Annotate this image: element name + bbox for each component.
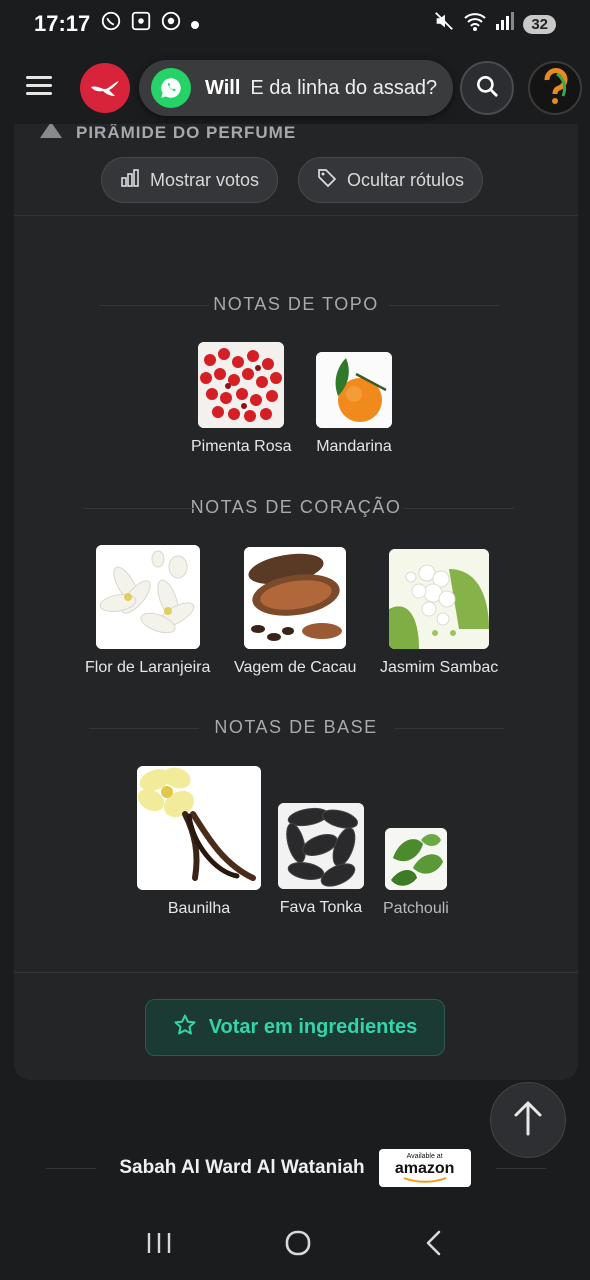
perfume-name: Sabah Al Ward Al Wataniah: [119, 1157, 365, 1178]
back-icon[interactable]: [424, 1229, 444, 1262]
section-title-top-notes: NOTAS DE TOPO: [14, 294, 578, 315]
recent-apps-icon[interactable]: [146, 1231, 172, 1260]
tag-icon: [317, 168, 337, 193]
scroll-to-top-button[interactable]: [490, 1082, 566, 1158]
card-divider: [14, 972, 578, 973]
menu-icon[interactable]: [26, 76, 52, 96]
note-label: Jasmim Sambac: [380, 659, 499, 676]
battery-indicator: 32: [523, 14, 556, 34]
show-votes-label: Mostrar votos: [150, 169, 260, 190]
jasmine-image: [389, 549, 490, 649]
screenshot-icon: [130, 10, 152, 38]
chrome-icon: [160, 10, 182, 38]
more-notifications-dot-icon: [190, 12, 200, 36]
vanilla-image: [137, 766, 261, 890]
tonka-bean-image: [278, 803, 364, 889]
note-label: Patchouli: [383, 900, 449, 917]
search-button[interactable]: [460, 61, 514, 115]
cocoa-pod-image: [244, 547, 347, 649]
note-label: Baunilha: [167, 900, 231, 917]
bar-chart-icon: [120, 168, 140, 193]
patchouli-image: [384, 828, 447, 890]
site-logo[interactable]: [80, 63, 130, 113]
note-vagem-de-cacau[interactable]: Vagem de Cacau: [234, 547, 356, 677]
note-patchouli[interactable]: Patchouli: [383, 828, 449, 918]
home-icon[interactable]: [284, 1229, 312, 1262]
orange-blossom-image: [95, 545, 200, 649]
whatsapp-icon: [151, 68, 191, 108]
card-header: PIRÂMIDE DO PERFUME Mostrar votos Oculta…: [14, 124, 578, 216]
pyramid-icon: [40, 124, 62, 143]
search-icon: [474, 73, 500, 104]
amazon-buy-button[interactable]: Available at amazon: [378, 1149, 471, 1187]
signal-icon: [495, 11, 515, 37]
app-header: Will E da linha do assad?: [0, 48, 590, 130]
status-bar: 17:17 32: [0, 0, 590, 48]
mandarin-image: [316, 352, 392, 428]
note-label: Vagem de Cacau: [234, 659, 357, 676]
whatsapp-notification-toast[interactable]: Will E da linha do assad?: [139, 60, 453, 116]
avatar[interactable]: [528, 61, 582, 115]
note-label: Fava Tonka: [279, 899, 363, 916]
arrow-up-icon: [512, 1100, 544, 1141]
note-flor-de-laranjeira[interactable]: Flor de Laranjeira: [85, 545, 210, 677]
hide-labels-label: Ocultar rótulos: [347, 169, 465, 190]
whatsapp-notification-icon: [100, 10, 122, 38]
vote-ingredients-button[interactable]: Votar em ingredientes: [145, 999, 445, 1056]
card-title: PIRÂMIDE DO PERFUME: [76, 124, 297, 142]
section-title-text: NOTAS DE TOPO: [213, 294, 379, 314]
note-fava-tonka[interactable]: Fava Tonka: [278, 803, 364, 917]
wifi-icon: [463, 10, 487, 38]
section-title-heart-notes: NOTAS DE CORAÇÃO: [14, 497, 578, 518]
perfume-pyramid-card: PIRÂMIDE DO PERFUME Mostrar votos Oculta…: [14, 124, 578, 1080]
vote-button-label: Votar em ingredientes: [208, 1016, 418, 1038]
star-icon: [173, 1013, 197, 1043]
show-votes-button[interactable]: Mostrar votos: [101, 157, 279, 203]
section-title-text: NOTAS DE BASE: [214, 717, 378, 737]
section-title-base-notes: NOTAS DE BASE: [14, 717, 578, 738]
product-banner: Sabah Al Ward Al Wataniah Available at a…: [0, 1148, 590, 1188]
note-jasmim-sambac[interactable]: Jasmim Sambac: [380, 549, 498, 677]
toast-sender: Will: [205, 76, 241, 99]
card-title-row: PIRÂMIDE DO PERFUME: [40, 124, 296, 143]
note-pimenta-rosa[interactable]: Pimenta Rosa: [191, 342, 292, 456]
mute-icon: [433, 10, 455, 38]
section-title-text: NOTAS DE CORAÇÃO: [190, 497, 402, 517]
hide-labels-button[interactable]: Ocultar rótulos: [298, 157, 484, 203]
note-baunilha[interactable]: Baunilha: [137, 766, 261, 918]
note-label: Pimenta Rosa: [191, 438, 292, 455]
pink-pepper-image: [198, 342, 285, 428]
toast-message: E da linha do assad?: [250, 76, 438, 99]
amazon-logo-text: amazon: [394, 1160, 455, 1177]
amazon-smile-icon: [403, 1177, 447, 1183]
note-label: Mandarina: [316, 438, 392, 455]
note-mandarina[interactable]: Mandarina: [316, 352, 392, 456]
system-navigation-bar: [0, 1210, 590, 1280]
clock: 17:17: [34, 11, 91, 36]
note-label: Flor de Laranjeira: [85, 659, 211, 676]
